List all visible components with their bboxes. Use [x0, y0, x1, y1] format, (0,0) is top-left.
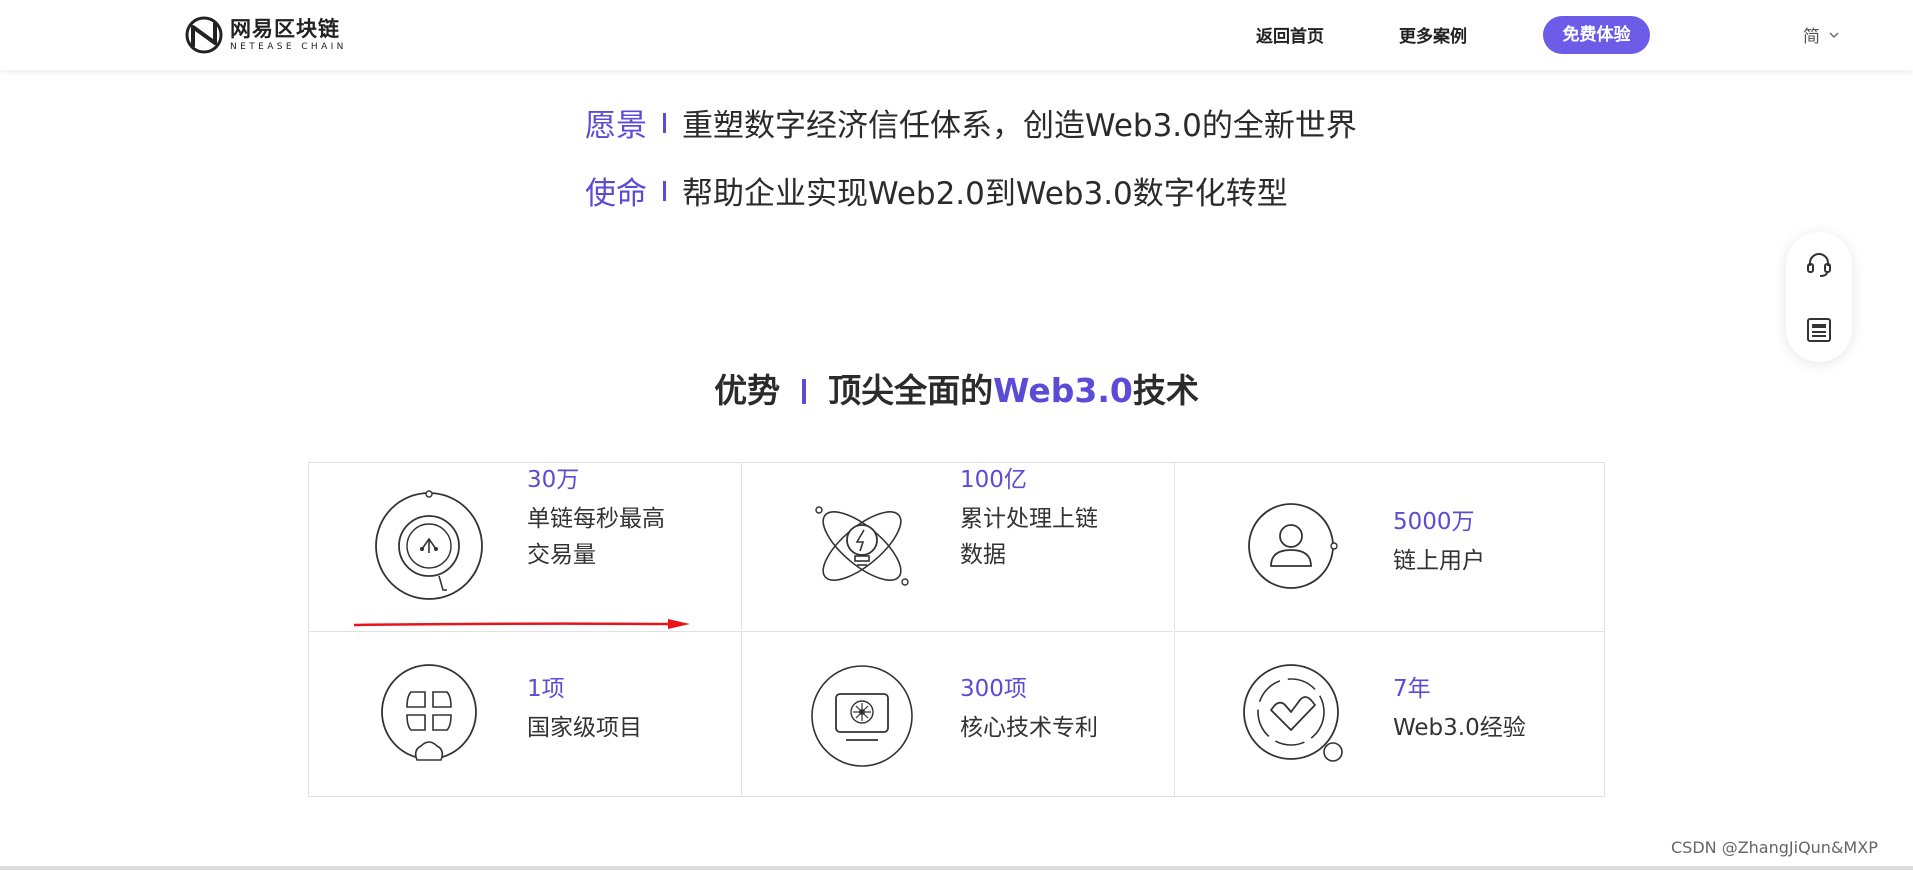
- advantage-value: 300项: [960, 676, 1027, 702]
- language-label: 简: [1803, 27, 1820, 47]
- language-selector[interactable]: 简: [1803, 22, 1840, 47]
- vision-text: 重塑数字经济信任体系，创造Web3.0的全新世界: [682, 108, 1357, 144]
- advantage-desc: 国家级项目: [527, 715, 642, 741]
- advantage-title-suffix: 技术: [1132, 371, 1199, 410]
- data-atom-icon: [815, 506, 909, 586]
- advantage-title-left: 优势: [714, 371, 781, 410]
- advantage-title-highlight: Web3.0: [993, 371, 1133, 410]
- nav-cases-link[interactable]: 更多案例: [1399, 22, 1467, 47]
- chevron-down-icon: [1829, 32, 1839, 38]
- mission-text: 帮助企业实现Web2.0到Web3.0数字化转型: [682, 176, 1288, 212]
- logo[interactable]: 网易区块链 NETEASE CHAIN: [184, 14, 347, 56]
- mission-row: 使命 帮助企业实现Web2.0到Web3.0数字化转型: [585, 168, 1288, 213]
- red-annotation-arrow-icon: [353, 619, 690, 629]
- user-icon: [1248, 503, 1338, 589]
- advantage-value: 7年: [1393, 676, 1431, 702]
- advantage-card: 100亿 累计处理上链 数据: [741, 463, 1173, 630]
- bottom-divider: [0, 866, 1913, 870]
- advantage-desc: 单链每秒最高 交易量: [527, 506, 665, 568]
- advantage-card: 300项 核心技术专利: [741, 631, 1173, 797]
- document-icon[interactable]: [1805, 316, 1833, 344]
- customer-service-icon[interactable]: [1805, 250, 1833, 278]
- advantage-card: 1项 国家级项目: [309, 631, 741, 797]
- advantage-value: 1项: [527, 676, 565, 702]
- advantage-card: 5000万 链上用户: [1174, 463, 1605, 630]
- free-trial-button[interactable]: 免费体验: [1543, 16, 1650, 54]
- advantage-desc: 核心技术专利: [960, 715, 1098, 741]
- logo-name-en: NETEASE CHAIN: [230, 42, 347, 52]
- advantage-card: 7年 Web3.0经验: [1174, 631, 1605, 797]
- advantage-desc: Web3.0经验: [1393, 715, 1526, 741]
- vision-label: 愿景: [585, 108, 647, 144]
- side-toolbar: [1786, 232, 1852, 362]
- mission-label: 使命: [585, 176, 647, 212]
- advantage-value: 30万: [527, 467, 580, 493]
- experience-check-icon: [1243, 664, 1343, 762]
- watermark: CSDN @ZhangJiQun&MXP: [1671, 838, 1878, 857]
- mission-divider: [663, 180, 666, 201]
- top-header: 网易区块链 NETEASE CHAIN 返回首页 更多案例 免费体验 简: [0, 0, 1913, 70]
- advantage-value: 5000万: [1393, 509, 1475, 535]
- transaction-speed-icon: [375, 490, 483, 600]
- netease-chain-logo-icon: [185, 16, 223, 54]
- advantage-card: 30万 单链每秒最高 交易量: [309, 463, 741, 630]
- advantage-title-divider: [802, 379, 807, 404]
- vision-divider: [663, 112, 666, 133]
- advantage-value: 100亿: [960, 467, 1027, 493]
- advantage-title: 优势 顶尖全面的Web3.0技术: [0, 364, 1913, 412]
- advantage-desc: 链上用户: [1393, 548, 1485, 574]
- advantage-title-prefix: 顶尖全面的: [828, 371, 994, 410]
- logo-name: 网易区块链: [230, 17, 340, 41]
- advantage-desc: 累计处理上链 数据: [960, 506, 1098, 568]
- national-project-icon: [381, 664, 477, 761]
- patent-monitor-icon: [811, 665, 913, 767]
- vision-row: 愿景 重塑数字经济信任体系，创造Web3.0的全新世界: [585, 100, 1357, 145]
- nav-home-link[interactable]: 返回首页: [1256, 22, 1324, 47]
